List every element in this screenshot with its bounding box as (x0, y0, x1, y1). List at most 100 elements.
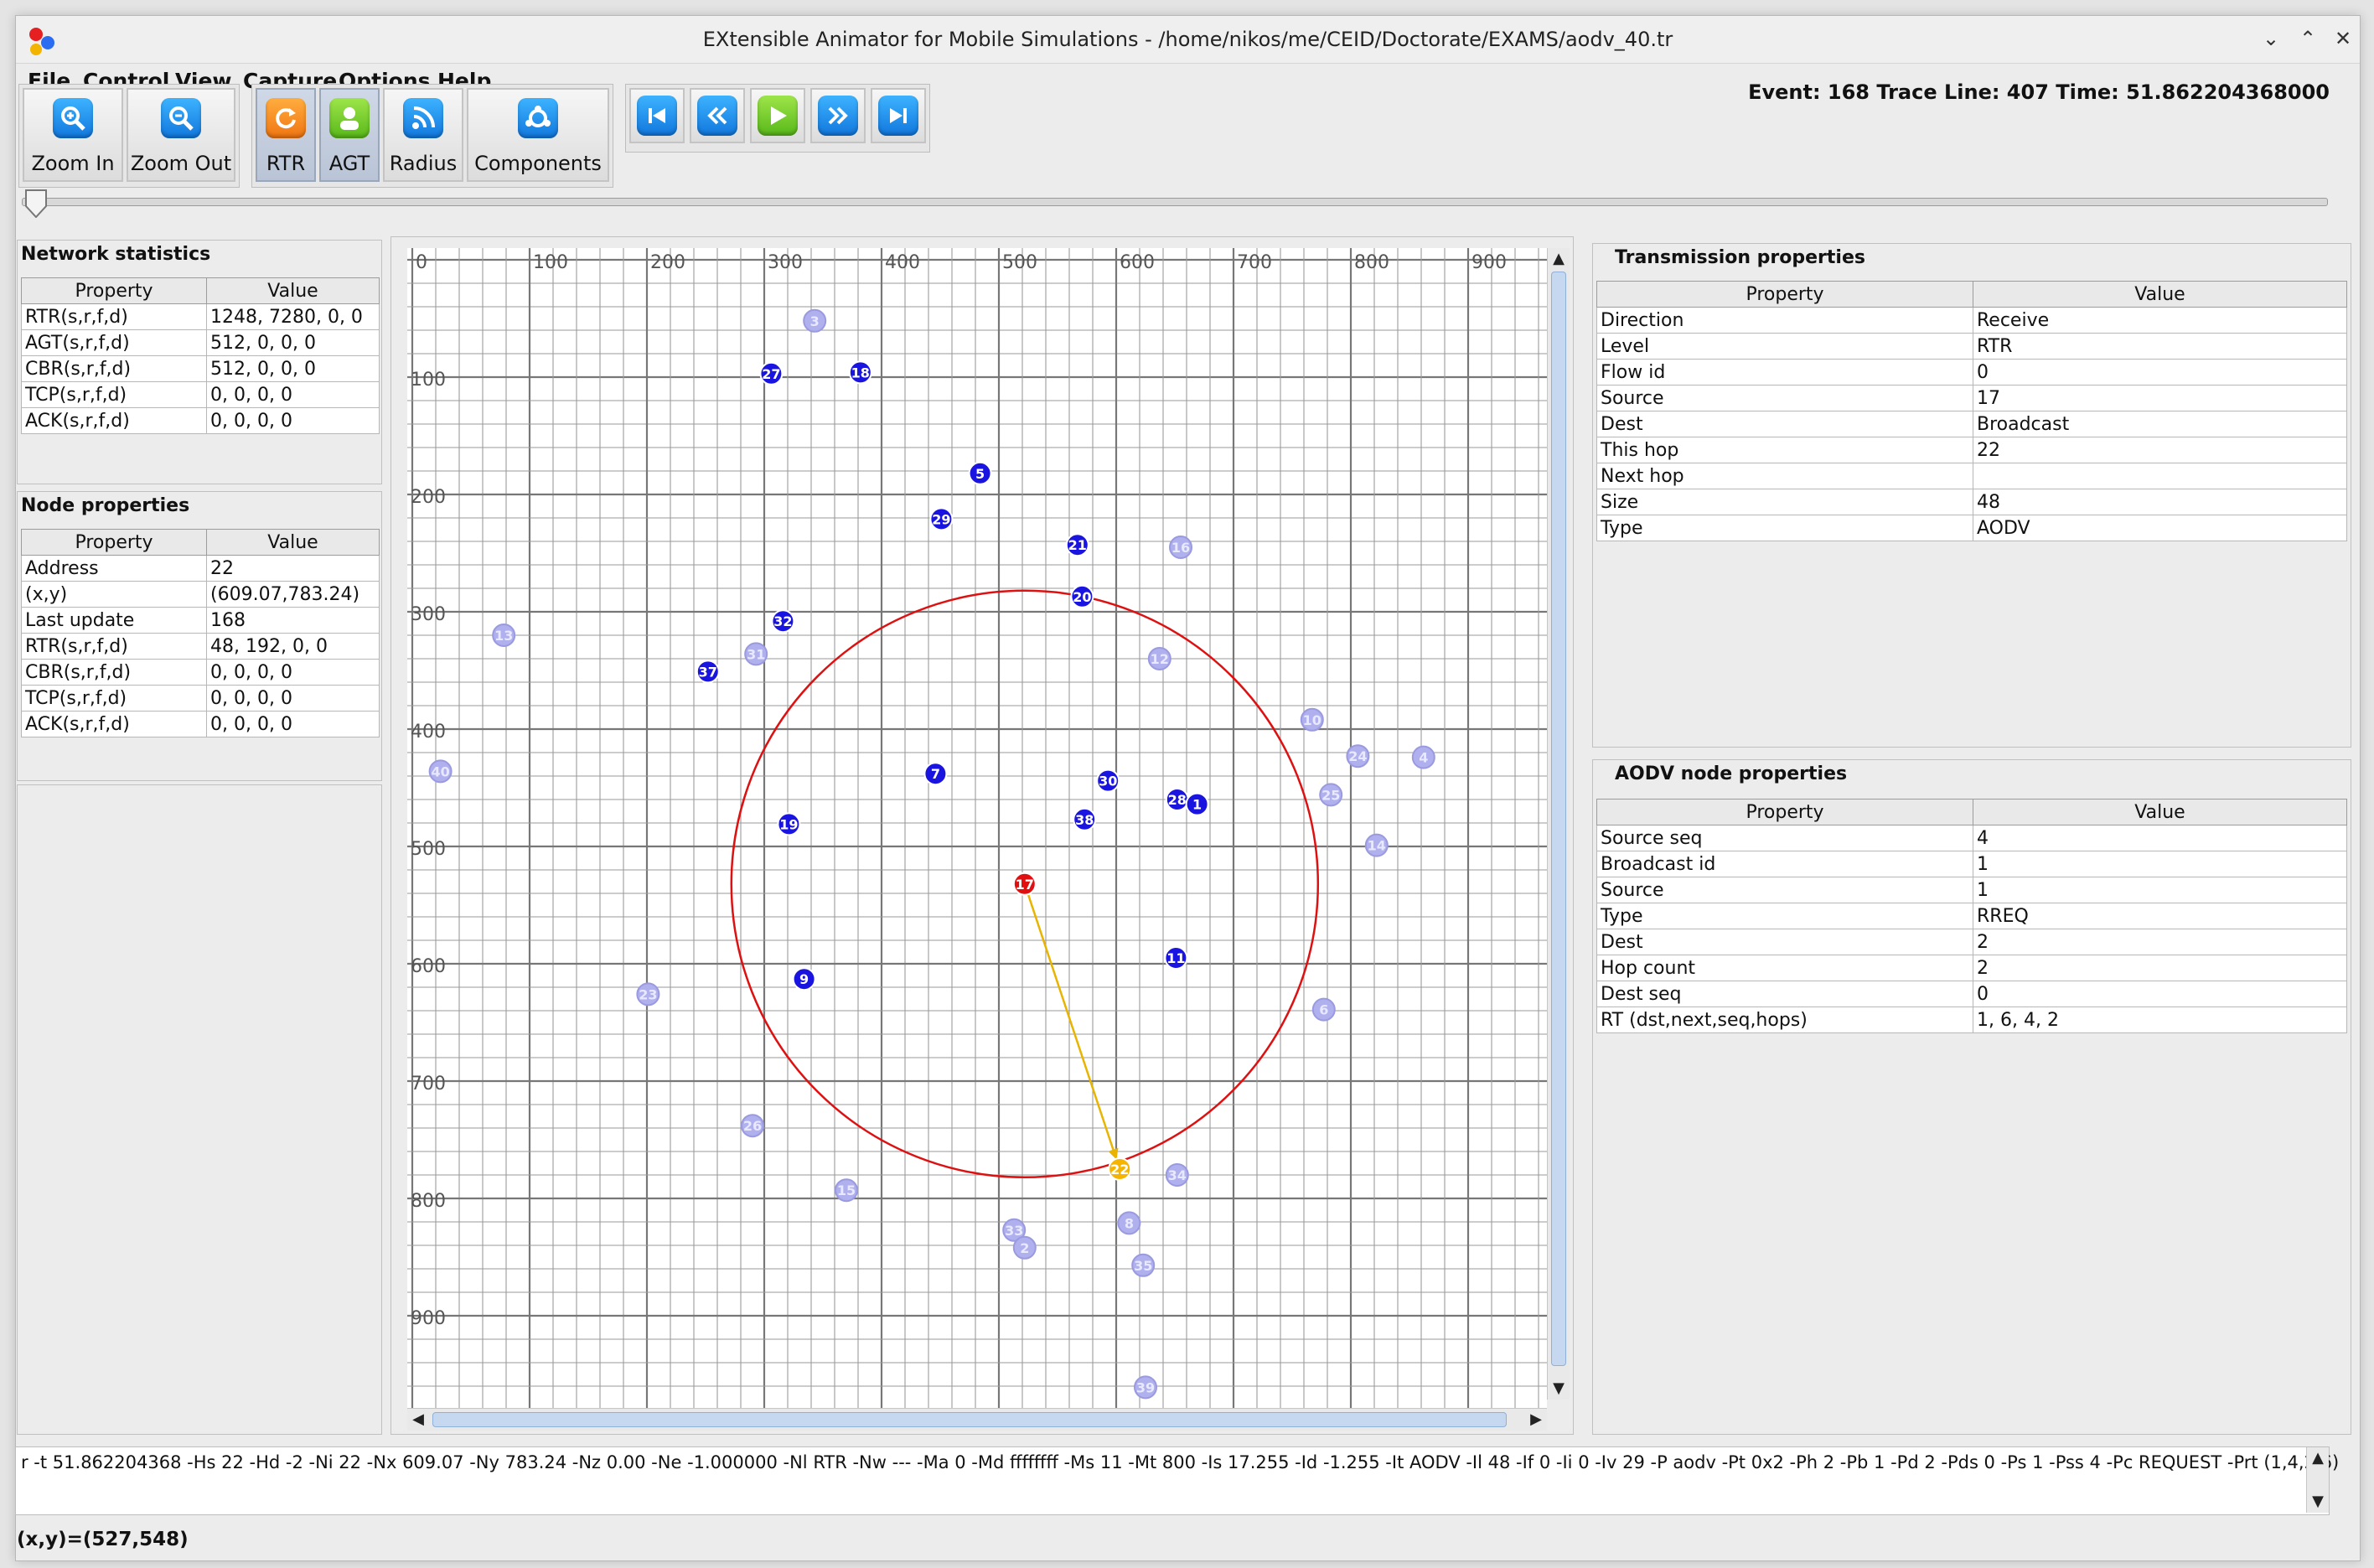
value-cell: 2 (1973, 955, 2347, 981)
node-label: 6 (1319, 1002, 1328, 1018)
property-cell: Direction (1596, 307, 1973, 334)
table-row[interactable]: ACK(s,r,f,d) 0, 0, 0, 0 (21, 711, 380, 737)
table-row[interactable]: Source 1 (1596, 877, 2347, 903)
table-row[interactable]: CBR(s,r,f,d) 0, 0, 0, 0 (21, 659, 380, 686)
network-statistics-panel: Network statistics Property Value RTR(s,r… (17, 240, 382, 484)
map-vertical-scrollbar[interactable]: ▲ ▼ (1547, 248, 1570, 1400)
table-row[interactable]: Source seq 4 (1596, 825, 2347, 851)
table-row[interactable]: Dest seq 0 (1596, 981, 2347, 1007)
table-row[interactable]: Dest Broadcast (1596, 411, 2347, 437)
components-button[interactable]: Components (467, 88, 609, 182)
table-row[interactable]: Direction Receive (1596, 307, 2347, 334)
scroll-down-arrow-icon[interactable]: ▼ (1548, 1378, 1570, 1400)
trace-scroll-down-icon[interactable]: ▼ (2307, 1491, 2329, 1513)
x-tick-label: 600 (1120, 252, 1155, 273)
table-row[interactable]: Next hop (1596, 463, 2347, 489)
property-cell: CBR(s,r,f,d) (21, 355, 207, 382)
zoom-out-button[interactable]: Zoom Out (127, 88, 235, 182)
property-cell: RTR(s,r,f,d) (21, 303, 207, 330)
fast-forward-icon (818, 96, 858, 136)
minimize-button[interactable]: ⌄ (2258, 26, 2283, 51)
node-label: 9 (799, 971, 809, 987)
skip-end-icon (878, 96, 918, 136)
table-row[interactable]: RTR(s,r,f,d) 48, 192, 0, 0 (21, 633, 380, 660)
user-icon (329, 98, 370, 138)
col-header-value: Value (1973, 281, 2347, 308)
node-properties-title: Node properties (21, 495, 190, 516)
node-label: 39 (1136, 1379, 1155, 1395)
timeline-slider-track[interactable] (22, 198, 2328, 206)
node-label: 28 (1168, 792, 1187, 808)
table-row[interactable]: This hop 22 (1596, 437, 2347, 463)
table-row[interactable]: RT (dst,next,seq,hops) 1, 6, 4, 2 (1596, 1007, 2347, 1033)
rtr-label: RTR (266, 152, 306, 175)
table-row[interactable]: Address 22 (21, 555, 380, 582)
skip-to-start-button[interactable] (629, 88, 685, 143)
table-row[interactable]: ACK(s,r,f,d) 0, 0, 0, 0 (21, 407, 380, 434)
table-row[interactable]: Level RTR (1596, 333, 2347, 360)
aodv-properties-table: Property Value Source seq 4 Broadcast id 1 … (1596, 799, 2347, 1033)
table-row[interactable]: Dest 2 (1596, 929, 2347, 955)
table-row[interactable]: Size 48 (1596, 489, 2347, 515)
close-button[interactable]: ✕ (2330, 26, 2356, 51)
agt-toggle-button[interactable]: AGT (319, 88, 380, 182)
table-row[interactable]: TCP(s,r,f,d) 0, 0, 0, 0 (21, 381, 380, 408)
table-row[interactable]: AGT(s,r,f,d) 512, 0, 0, 0 (21, 329, 380, 356)
table-row[interactable]: Type RREQ (1596, 903, 2347, 929)
table-row[interactable]: Last update 168 (21, 607, 380, 634)
trace-scroll-up-icon[interactable]: ▲ (2307, 1447, 2329, 1469)
property-cell: Level (1596, 333, 1973, 360)
radius-button[interactable]: Radius (383, 88, 463, 182)
value-cell: AODV (1973, 515, 2347, 541)
node-label: 3 (810, 313, 820, 329)
vertical-scroll-thumb[interactable] (1551, 272, 1566, 1366)
table-row[interactable]: TCP(s,r,f,d) 0, 0, 0, 0 (21, 685, 380, 712)
table-row[interactable]: Flow id 0 (1596, 359, 2347, 386)
node-label: 15 (837, 1182, 856, 1198)
horizontal-scroll-thumb[interactable] (432, 1412, 1507, 1427)
rtr-toggle-button[interactable]: RTR (256, 88, 316, 182)
zoom-in-button[interactable]: Zoom In (23, 88, 123, 182)
skip-to-end-button[interactable] (871, 88, 926, 143)
node-label: 18 (851, 365, 870, 380)
map-horizontal-scrollbar[interactable]: ◀ ▶ (407, 1408, 1547, 1431)
components-label: Components (474, 152, 602, 175)
table-row[interactable]: RTR(s,r,f,d) 1248, 7280, 0, 0 (21, 303, 380, 330)
value-cell: Receive (1973, 307, 2347, 334)
table-row[interactable]: Hop count 2 (1596, 955, 2347, 981)
trace-scrollbar[interactable]: ▲ ▼ (2306, 1447, 2329, 1513)
node-label: 24 (1348, 748, 1367, 764)
scroll-right-arrow-icon[interactable]: ▶ (1525, 1409, 1547, 1431)
table-row[interactable]: Broadcast id 1 (1596, 851, 2347, 877)
rewind-button[interactable] (690, 88, 745, 143)
node-properties-panel: Node properties Property Value Address 22 … (17, 491, 382, 781)
node-label: 14 (1368, 838, 1386, 854)
value-cell: 4 (1973, 825, 2347, 851)
y-tick-label: 900 (411, 1308, 446, 1329)
table-row[interactable]: CBR(s,r,f,d) 512, 0, 0, 0 (21, 355, 380, 382)
maximize-button[interactable]: ⌃ (2295, 26, 2320, 51)
x-tick-label: 200 (650, 252, 685, 273)
property-cell: Source seq (1596, 825, 1973, 851)
transmission-properties-title: Transmission properties (1615, 247, 1865, 268)
scroll-up-arrow-icon[interactable]: ▲ (1548, 248, 1570, 270)
node-label: 19 (779, 816, 798, 832)
value-cell: 512, 0, 0, 0 (206, 329, 380, 356)
trace-output[interactable]: r -t 51.862204368 -Hs 22 -Hd -2 -Ni 22 -… (15, 1446, 2339, 1515)
table-row[interactable]: (x,y) (609.07,783.24) (21, 581, 380, 608)
map-background (407, 248, 1547, 1408)
aodv-properties-panel: AODV node properties Property Value Sourc… (1592, 759, 2351, 1435)
table-row[interactable]: Type AODV (1596, 515, 2347, 541)
table-row[interactable]: Source 17 (1596, 385, 2347, 411)
play-button[interactable] (750, 88, 805, 143)
fast-forward-button[interactable] (810, 88, 866, 143)
value-cell: 0 (1973, 981, 2347, 1007)
property-cell: Hop count (1596, 955, 1973, 981)
skip-start-icon (637, 96, 677, 136)
scroll-left-arrow-icon[interactable]: ◀ (407, 1409, 429, 1431)
network-map[interactable]: 0100200300400500600700800900100010020030… (407, 248, 1547, 1408)
aodv-properties-title: AODV node properties (1615, 763, 1848, 784)
timeline-slider-thumb[interactable] (25, 189, 47, 218)
value-cell: RTR (1973, 333, 2347, 360)
x-tick-label: 0 (416, 252, 427, 273)
